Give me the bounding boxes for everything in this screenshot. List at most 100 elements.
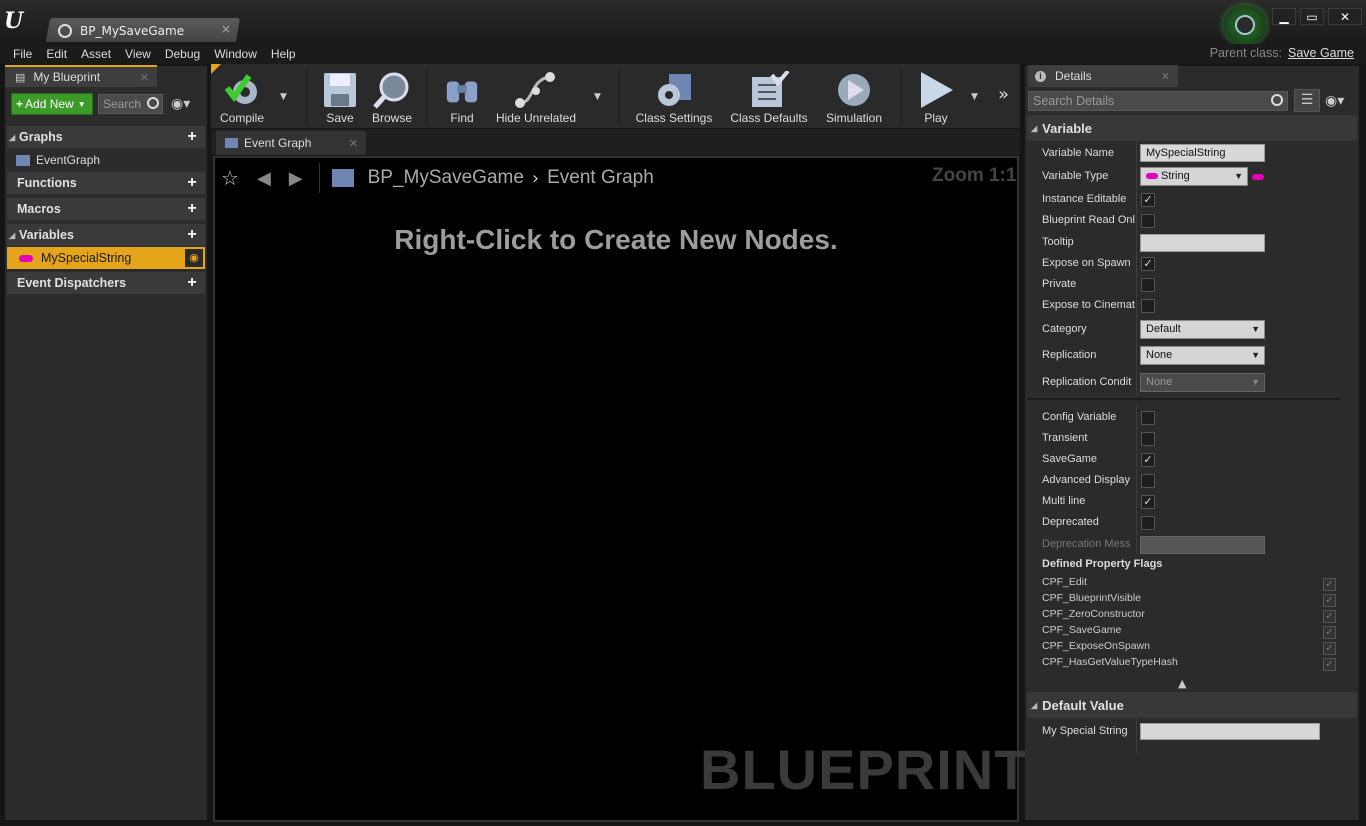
variable-item-myspecialstring[interactable]: MySpecialString ◉ <box>7 247 205 269</box>
breadcrumb-blueprint[interactable]: BP_MySaveGame <box>368 167 524 189</box>
add-new-button[interactable]: + Add New ▼ <box>11 93 93 115</box>
document-tab-label: BP_MySaveGame <box>80 24 185 38</box>
menu-view[interactable]: View <box>118 47 158 61</box>
class-settings-button[interactable]: Class Settings <box>634 70 714 125</box>
graph-item-eventgraph[interactable]: EventGraph <box>16 150 100 170</box>
source-control-status-icon[interactable] <box>1223 5 1267 45</box>
variable-name-input[interactable]: MySpecialString <box>1140 144 1265 162</box>
variable-type-dropdown[interactable]: String ▼ <box>1140 167 1248 186</box>
section-event-dispatchers[interactable]: Event Dispatchers + <box>7 272 205 294</box>
chevron-down-icon: ▼ <box>1251 350 1260 360</box>
menu-asset[interactable]: Asset <box>74 47 118 61</box>
minimize-button[interactable]: ▁ <box>1272 8 1296 25</box>
favorite-star-icon[interactable]: ☆ <box>221 166 239 190</box>
hide-unrelated-button[interactable]: Hide Unrelated <box>494 70 578 125</box>
view-options-eye-icon[interactable]: ◉▾ <box>171 96 190 112</box>
flag-checkbox: ✓ <box>1323 642 1336 655</box>
menu-bar: File Edit Asset View Debug Window Help <box>0 44 1366 64</box>
browse-button[interactable]: Browse <box>370 70 414 125</box>
play-button[interactable]: Play <box>916 70 956 125</box>
prop-default-value-label: My Special String <box>1042 725 1128 737</box>
document-tab-close-icon[interactable]: × <box>221 22 231 36</box>
compile-button[interactable]: Compile <box>218 70 266 125</box>
node-graph-icon <box>494 70 578 110</box>
flag-label: CPF_Edit <box>1042 576 1087 588</box>
section-functions[interactable]: Functions + <box>7 172 205 194</box>
add-graph-plus-icon[interactable]: + <box>184 129 200 145</box>
toolbar-overflow-icon[interactable]: » <box>998 84 1009 105</box>
category-variable[interactable]: ◢ Variable <box>1027 115 1357 141</box>
my-blueprint-tab-close-icon[interactable]: ✕ <box>140 71 149 84</box>
details-search <box>1028 91 1288 111</box>
expose-to-cinematics-checkbox[interactable] <box>1141 299 1155 313</box>
details-tab[interactable]: i Details ✕ <box>1028 65 1178 87</box>
menu-help[interactable]: Help <box>264 47 303 61</box>
category-dropdown[interactable]: Default ▼ <box>1140 320 1265 339</box>
visibility-eye-icon[interactable]: ◉ <box>185 249 203 267</box>
save-button[interactable]: Save <box>320 70 360 125</box>
variable-type-value: String <box>1161 170 1190 182</box>
my-blueprint-search-input[interactable] <box>99 95 147 113</box>
prop-instance-editable-label: Instance Editable <box>1042 193 1127 205</box>
forward-arrow-icon[interactable]: ▶ <box>289 168 303 189</box>
event-graph-tab-close-icon[interactable]: ✕ <box>349 137 358 150</box>
tooltip-input[interactable] <box>1140 234 1265 252</box>
menu-window[interactable]: Window <box>207 47 264 61</box>
transient-checkbox[interactable] <box>1141 432 1155 446</box>
savegame-checkbox[interactable]: ✓ <box>1141 453 1155 467</box>
maximize-button[interactable]: ▭ <box>1300 8 1324 25</box>
section-graphs[interactable]: ◢ Graphs + <box>7 126 205 148</box>
replication-condition-dropdown[interactable]: None ▼ <box>1140 373 1265 392</box>
chevron-down-icon: ▼ <box>77 99 86 109</box>
back-arrow-icon[interactable]: ◀ <box>257 168 271 189</box>
my-blueprint-tab[interactable]: ▤ My Blueprint ✕ <box>5 65 157 87</box>
prop-variable-type-label: Variable Type <box>1042 170 1109 182</box>
add-macro-plus-icon[interactable]: + <box>184 201 200 217</box>
class-defaults-button[interactable]: Class Defaults <box>728 70 810 125</box>
advanced-display-checkbox[interactable] <box>1141 474 1155 488</box>
blueprint-read-only-checkbox[interactable] <box>1141 214 1155 228</box>
category-default-value[interactable]: ◢ Default Value <box>1027 692 1357 718</box>
deprecated-checkbox[interactable] <box>1141 516 1155 530</box>
find-button[interactable]: Find <box>444 70 480 125</box>
flag-label: CPF_HasGetValueTypeHash <box>1042 656 1178 668</box>
expose-on-spawn-checkbox[interactable]: ✓ <box>1141 257 1155 271</box>
section-macros[interactable]: Macros + <box>7 198 205 220</box>
breadcrumb-graph[interactable]: Event Graph <box>547 167 654 189</box>
private-checkbox[interactable] <box>1141 278 1155 292</box>
simulation-button[interactable]: Simulation <box>822 70 886 125</box>
add-variable-plus-icon[interactable]: + <box>184 227 200 243</box>
details-search-input[interactable] <box>1029 92 1259 110</box>
multi-line-checkbox[interactable]: ✓ <box>1141 495 1155 509</box>
prop-expose-to-cinematics-label: Expose to Cinemat <box>1042 299 1135 311</box>
expand-triangle-icon: ◢ <box>1031 123 1038 133</box>
container-type-pill-icon[interactable] <box>1252 174 1264 180</box>
class-settings-gear-icon <box>634 70 714 110</box>
collapse-advanced-icon[interactable]: ▲ <box>1178 677 1186 690</box>
replication-dropdown[interactable]: None ▼ <box>1140 346 1265 365</box>
add-dispatcher-plus-icon[interactable]: + <box>184 275 200 291</box>
play-options-chevron-icon[interactable]: ▼ <box>971 92 978 102</box>
compile-options-chevron-icon[interactable]: ▼ <box>280 92 287 102</box>
menu-edit[interactable]: Edit <box>39 47 74 61</box>
add-function-plus-icon[interactable]: + <box>184 175 200 191</box>
class-defaults-label: Class Defaults <box>730 111 808 125</box>
info-icon: i <box>1035 70 1046 82</box>
menu-file[interactable]: File <box>0 47 39 61</box>
menu-debug[interactable]: Debug <box>158 47 207 61</box>
instance-editable-checkbox[interactable]: ✓ <box>1141 193 1155 207</box>
flag-checkbox: ✓ <box>1323 658 1336 671</box>
graph-breadcrumb-bar: ☆ ◀ ▶ BP_MySaveGame › Event Graph <box>215 158 1015 198</box>
compile-gear-check-icon <box>218 70 266 110</box>
view-options-eye-icon[interactable]: ◉▾ <box>1325 93 1344 109</box>
details-tab-close-icon[interactable]: ✕ <box>1161 70 1170 83</box>
play-label: Play <box>924 111 948 125</box>
config-variable-checkbox[interactable] <box>1141 411 1155 425</box>
close-window-button[interactable]: ✕ <box>1328 8 1362 25</box>
property-matrix-button[interactable]: ☰ <box>1294 89 1320 112</box>
hide-unrelated-chevron-icon[interactable]: ▼ <box>594 92 601 102</box>
default-value-input[interactable] <box>1140 723 1320 740</box>
section-variables[interactable]: ◢ Variables + <box>7 224 205 246</box>
parent-class-link[interactable]: Save Game <box>1288 46 1354 60</box>
event-graph-tab[interactable]: Event Graph ✕ <box>216 131 366 155</box>
